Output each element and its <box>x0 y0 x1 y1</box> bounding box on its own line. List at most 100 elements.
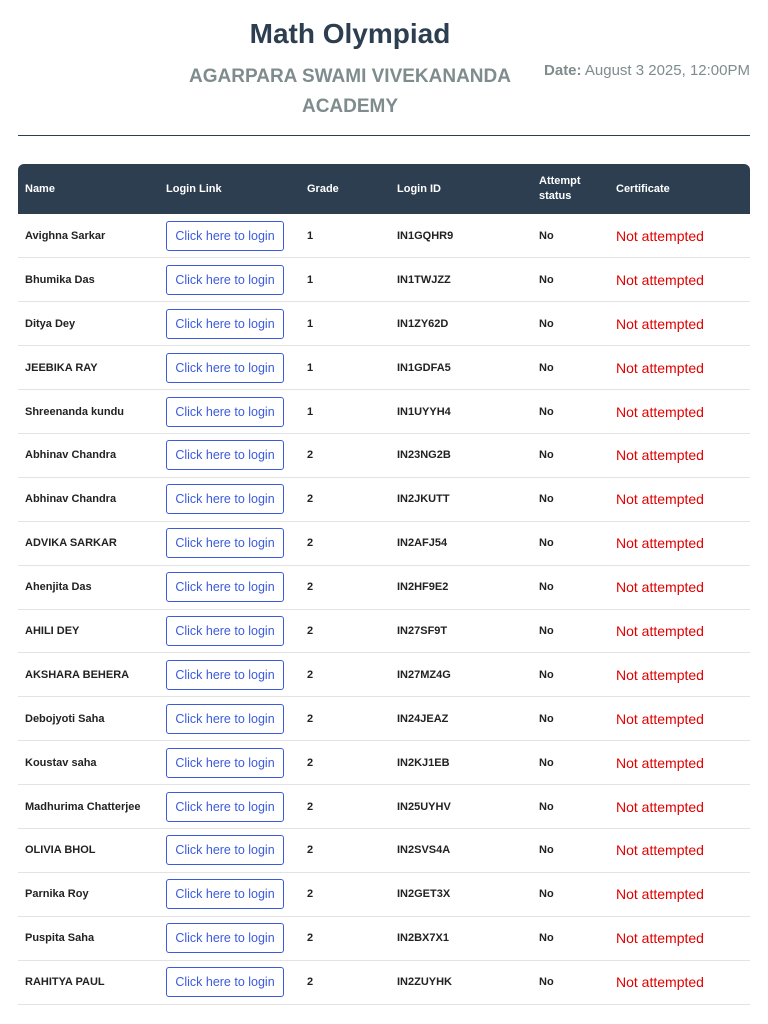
login-link-button[interactable]: Click here to login <box>166 220 284 251</box>
student-grade: 2 <box>300 696 390 742</box>
login-link-button[interactable]: Click here to login <box>166 835 284 866</box>
student-login-id: IN25UYHV <box>390 784 532 829</box>
login-link-cell: Click here to login <box>159 389 300 434</box>
attempt-status: No <box>532 609 609 654</box>
students-table-wrapper: Name Login Link Grade Login ID Attempt s… <box>18 164 750 1005</box>
login-link-cell: Click here to login <box>159 433 300 478</box>
page-title: Math Olympiad <box>249 18 451 49</box>
table-row: Ditya Dey Click here to login 1 IN1ZY62D No N… <box>18 301 750 347</box>
certificate-status: Not attempted <box>609 565 750 610</box>
student-grade: 1 <box>300 389 390 434</box>
login-link-button[interactable]: Click here to login <box>166 923 284 954</box>
certificate-status: Not attempted <box>609 257 750 303</box>
exam-date: Date: August 3 2025, 12:00PM <box>544 62 750 79</box>
table-body: Avighna Sarkar Click here to login 1 IN1GQH… <box>18 214 750 1005</box>
table-row: AHILI DEY Click here to login 2 IN27SF9T No N… <box>18 609 750 654</box>
login-link-cell: Click here to login <box>159 565 300 610</box>
student-name: JEEBIKA RAY <box>18 345 159 391</box>
student-name: RAHITYA PAUL <box>18 960 159 1005</box>
student-grade: 2 <box>300 609 390 654</box>
login-link-cell: Click here to login <box>159 214 300 259</box>
student-login-id: IN27SF9T <box>390 609 532 654</box>
login-link-button[interactable]: Click here to login <box>166 615 284 646</box>
certificate-status: Not attempted <box>609 916 750 961</box>
login-link-cell: Click here to login <box>159 652 300 698</box>
table-row: OLIVIA BHOL Click here to login 2 IN2SVS4A N… <box>18 828 750 873</box>
student-login-id: IN24JEAZ <box>390 696 532 742</box>
attempt-status: No <box>532 828 609 873</box>
header-divider <box>18 135 750 136</box>
student-name: Abhinav Chandra <box>18 433 159 478</box>
student-grade: 2 <box>300 652 390 698</box>
student-login-id: IN1TWJZZ <box>390 257 532 303</box>
attempt-status: No <box>532 345 609 391</box>
login-link-cell: Click here to login <box>159 784 300 829</box>
login-link-button[interactable]: Click here to login <box>166 440 284 471</box>
student-grade: 2 <box>300 916 390 961</box>
student-login-id: IN2BX7X1 <box>390 916 532 961</box>
attempt-status: No <box>532 521 609 566</box>
student-name: Shreenanda kundu <box>18 389 159 434</box>
certificate-status: Not attempted <box>609 609 750 654</box>
attempt-status: No <box>532 565 609 610</box>
student-name: Ditya Dey <box>18 301 159 347</box>
attempt-status: No <box>532 872 609 917</box>
login-link-button[interactable]: Click here to login <box>166 703 284 734</box>
attempt-status: No <box>532 389 609 434</box>
login-link-button[interactable]: Click here to login <box>166 791 284 822</box>
date-value: August 3 2025, 12:00PM <box>584 62 750 79</box>
login-link-cell: Click here to login <box>159 477 300 522</box>
attempt-status: No <box>532 257 609 303</box>
student-grade: 2 <box>300 433 390 478</box>
attempt-status: No <box>532 652 609 698</box>
certificate-status: Not attempted <box>609 389 750 434</box>
student-login-id: IN1GQHR9 <box>390 214 532 259</box>
student-grade: 2 <box>300 477 390 522</box>
attempt-status: No <box>532 916 609 961</box>
student-grade: 2 <box>300 521 390 566</box>
login-link-button[interactable]: Click here to login <box>166 352 284 383</box>
certificate-status: Not attempted <box>609 872 750 917</box>
student-grade: 1 <box>300 257 390 303</box>
login-link-button[interactable]: Click here to login <box>166 264 284 295</box>
attempt-status: No <box>532 214 609 259</box>
attempt-status: No <box>532 433 609 478</box>
student-grade: 1 <box>300 345 390 391</box>
student-grade: 2 <box>300 784 390 829</box>
login-link-button[interactable]: Click here to login <box>166 484 284 515</box>
login-link-cell: Click here to login <box>159 696 300 742</box>
login-link-button[interactable]: Click here to login <box>166 967 284 998</box>
login-link-button[interactable]: Click here to login <box>166 659 284 690</box>
student-login-id: IN2KJ1EB <box>390 740 532 786</box>
student-name: AHILI DEY <box>18 609 159 654</box>
certificate-status: Not attempted <box>609 652 750 698</box>
column-header-name: Name <box>25 182 55 195</box>
login-link-cell: Click here to login <box>159 301 300 347</box>
login-link-button[interactable]: Click here to login <box>166 528 284 559</box>
student-grade: 2 <box>300 740 390 786</box>
student-login-id: IN1ZY62D <box>390 301 532 347</box>
login-link-button[interactable]: Click here to login <box>166 396 284 427</box>
student-login-id: IN2SVS4A <box>390 828 532 873</box>
login-link-cell: Click here to login <box>159 828 300 873</box>
certificate-status: Not attempted <box>609 301 750 347</box>
login-link-button[interactable]: Click here to login <box>166 572 284 603</box>
certificate-status: Not attempted <box>609 960 750 1005</box>
login-link-button[interactable]: Click here to login <box>166 747 284 778</box>
login-link-button[interactable]: Click here to login <box>166 879 284 910</box>
table-row: ADVIKA SARKAR Click here to login 2 IN2AFJ5… <box>18 521 750 566</box>
table-row: Koustav saha Click here to login 2 IN2KJ1EB… <box>18 740 750 786</box>
student-name: Ahenjita Das <box>18 565 159 610</box>
date-label: Date: <box>544 62 582 79</box>
login-link-button[interactable]: Click here to login <box>166 308 284 339</box>
attempt-status: No <box>532 696 609 742</box>
login-link-cell: Click here to login <box>159 916 300 961</box>
certificate-status: Not attempted <box>609 214 750 259</box>
student-name: Madhurima Chatterjee <box>18 784 159 829</box>
column-header-attempt-status: Attempt status <box>539 175 581 202</box>
attempt-status: No <box>532 477 609 522</box>
table-row: Abhinav Chandra Click here to login 2 IN23N… <box>18 433 750 478</box>
table-row: Ahenjita Das Click here to login 2 IN2HF9E2… <box>18 565 750 610</box>
login-link-cell: Click here to login <box>159 609 300 654</box>
certificate-status: Not attempted <box>609 521 750 566</box>
